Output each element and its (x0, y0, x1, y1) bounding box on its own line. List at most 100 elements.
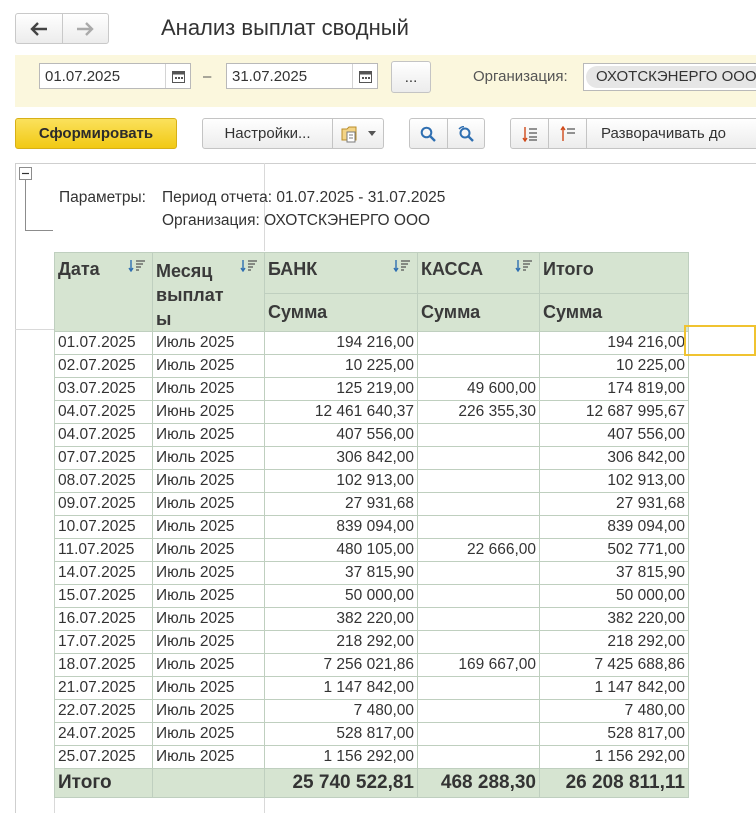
cell-bank[interactable]: 839 094,00 (264, 515, 418, 539)
cell-cash[interactable] (417, 354, 540, 378)
cell-cash[interactable]: 49 600,00 (417, 377, 540, 401)
table-row[interactable]: 01.07.2025 Июль 2025 194 216,00 194 216,00 (54, 331, 689, 355)
cell-cash[interactable] (417, 331, 540, 355)
table-row[interactable]: 04.07.2025 Июль 2025 407 556,00 407 556,00 (54, 423, 689, 447)
cell-cash[interactable] (417, 469, 540, 493)
cell-month[interactable]: Июль 2025 (152, 423, 265, 447)
cell-cash[interactable] (417, 676, 540, 700)
column-header-bank[interactable]: БАНК (264, 252, 418, 294)
cell-month[interactable]: Июль 2025 (152, 676, 265, 700)
cell-bank[interactable]: 1 156 292,00 (264, 745, 418, 769)
date-from-field[interactable]: 01.07.2025 (39, 63, 191, 89)
totals-label[interactable]: Итого (54, 768, 153, 798)
cell-total[interactable]: 1 147 842,00 (539, 676, 689, 700)
table-row[interactable]: 16.07.2025 Июль 2025 382 220,00 382 220,00 (54, 607, 689, 631)
cell-bank[interactable]: 1 147 842,00 (264, 676, 418, 700)
organization-field[interactable]: ОХОТСКЭНЕРГО ООО (583, 63, 756, 91)
generate-report-button[interactable]: Сформировать (15, 118, 177, 149)
cell-date[interactable]: 11.07.2025 (54, 538, 153, 562)
cell-total[interactable]: 7 480,00 (539, 699, 689, 723)
select-period-button[interactable]: ... (391, 61, 431, 93)
cell-cash[interactable] (417, 607, 540, 631)
expand-all-button[interactable] (511, 119, 548, 148)
column-header-date[interactable]: Дата (54, 252, 153, 332)
cell-total[interactable]: 10 225,00 (539, 354, 689, 378)
cell-date[interactable]: 01.07.2025 (54, 331, 153, 355)
cell-total[interactable]: 407 556,00 (539, 423, 689, 447)
table-row[interactable]: 08.07.2025 Июль 2025 102 913,00 102 913,00 (54, 469, 689, 493)
table-row[interactable]: 17.07.2025 Июль 2025 218 292,00 218 292,00 (54, 630, 689, 654)
cell-cash[interactable] (417, 699, 540, 723)
search-button[interactable] (410, 119, 447, 148)
cell-total[interactable]: 50 000,00 (539, 584, 689, 608)
cell-date[interactable]: 04.07.2025 (54, 400, 153, 424)
cell-month[interactable]: Июль 2025 (152, 515, 265, 539)
cell-month[interactable]: Июль 2025 (152, 584, 265, 608)
cell-bank[interactable]: 10 225,00 (264, 354, 418, 378)
collapse-all-button[interactable] (548, 119, 586, 148)
totals-row[interactable]: Итого 25 740 522,81 468 288,30 26 208 81… (54, 768, 689, 798)
table-row[interactable]: 14.07.2025 Июль 2025 37 815,90 37 815,90 (54, 561, 689, 585)
cell-total[interactable]: 306 842,00 (539, 446, 689, 470)
cell-date[interactable]: 09.07.2025 (54, 492, 153, 516)
cell-date[interactable]: 15.07.2025 (54, 584, 153, 608)
cell-bank[interactable]: 50 000,00 (264, 584, 418, 608)
cell-cash[interactable]: 169 667,00 (417, 653, 540, 677)
cell-month[interactable]: Июль 2025 (152, 745, 265, 769)
cell-cash[interactable] (417, 515, 540, 539)
cell-bank[interactable]: 7 256 021,86 (264, 653, 418, 677)
cell-bank[interactable]: 382 220,00 (264, 607, 418, 631)
cell-cash[interactable] (417, 630, 540, 654)
totals-total[interactable]: 26 208 811,11 (539, 768, 689, 798)
calendar-icon[interactable] (165, 64, 190, 88)
cell-month[interactable]: Июль 2025 (152, 377, 265, 401)
selected-cell[interactable] (684, 325, 756, 356)
cell-date[interactable]: 10.07.2025 (54, 515, 153, 539)
cell-bank[interactable]: 407 556,00 (264, 423, 418, 447)
table-row[interactable]: 15.07.2025 Июль 2025 50 000,00 50 000,00 (54, 584, 689, 608)
cell-date[interactable]: 14.07.2025 (54, 561, 153, 585)
cell-cash[interactable] (417, 423, 540, 447)
cell-cash[interactable]: 226 355,30 (417, 400, 540, 424)
cell-month[interactable]: Июль 2025 (152, 331, 265, 355)
cell-cash[interactable]: 22 666,00 (417, 538, 540, 562)
cell-total[interactable]: 502 771,00 (539, 538, 689, 562)
cell-month[interactable]: Июль 2025 (152, 446, 265, 470)
table-row[interactable]: 22.07.2025 Июль 2025 7 480,00 7 480,00 (54, 699, 689, 723)
table-row[interactable]: 24.07.2025 Июль 2025 528 817,00 528 817,00 (54, 722, 689, 746)
organization-value[interactable]: ОХОТСКЭНЕРГО ООО (586, 66, 756, 88)
cell-date[interactable]: 21.07.2025 (54, 676, 153, 700)
table-row[interactable]: 02.07.2025 Июль 2025 10 225,00 10 225,00 (54, 354, 689, 378)
cell-month[interactable]: Июль 2025 (152, 354, 265, 378)
cell-date[interactable]: 25.07.2025 (54, 745, 153, 769)
totals-bank[interactable]: 25 740 522,81 (264, 768, 418, 798)
cell-bank[interactable]: 528 817,00 (264, 722, 418, 746)
table-row[interactable]: 18.07.2025 Июль 2025 7 256 021,86 169 667,0… (54, 653, 689, 677)
back-button[interactable] (16, 14, 62, 43)
cell-bank[interactable]: 194 216,00 (264, 331, 418, 355)
cell-cash[interactable] (417, 446, 540, 470)
column-header-cash[interactable]: КАССА (417, 252, 540, 294)
cell-date[interactable]: 04.07.2025 (54, 423, 153, 447)
cell-total[interactable]: 7 425 688,86 (539, 653, 689, 677)
cell-total[interactable]: 12 687 995,67 (539, 400, 689, 424)
cell-total[interactable]: 174 819,00 (539, 377, 689, 401)
cell-bank[interactable]: 125 219,00 (264, 377, 418, 401)
calendar-icon[interactable] (352, 64, 377, 88)
cell-month[interactable]: Июль 2025 (152, 469, 265, 493)
clear-search-button[interactable] (446, 119, 485, 148)
cell-total[interactable]: 839 094,00 (539, 515, 689, 539)
cell-bank[interactable]: 218 292,00 (264, 630, 418, 654)
cell-date[interactable]: 08.07.2025 (54, 469, 153, 493)
cell-total[interactable]: 218 292,00 (539, 630, 689, 654)
cell-bank[interactable]: 37 815,90 (264, 561, 418, 585)
cell-date[interactable]: 18.07.2025 (54, 653, 153, 677)
cell-cash[interactable] (417, 745, 540, 769)
cell-cash[interactable] (417, 584, 540, 608)
cell-month[interactable]: Июль 2025 (152, 653, 265, 677)
cell-bank[interactable]: 102 913,00 (264, 469, 418, 493)
table-row[interactable]: 07.07.2025 Июль 2025 306 842,00 306 842,00 (54, 446, 689, 470)
cell-bank[interactable]: 12 461 640,37 (264, 400, 418, 424)
table-row[interactable]: 04.07.2025 Июнь 2025 12 461 640,37 226 355,… (54, 400, 689, 424)
cell-total[interactable]: 382 220,00 (539, 607, 689, 631)
